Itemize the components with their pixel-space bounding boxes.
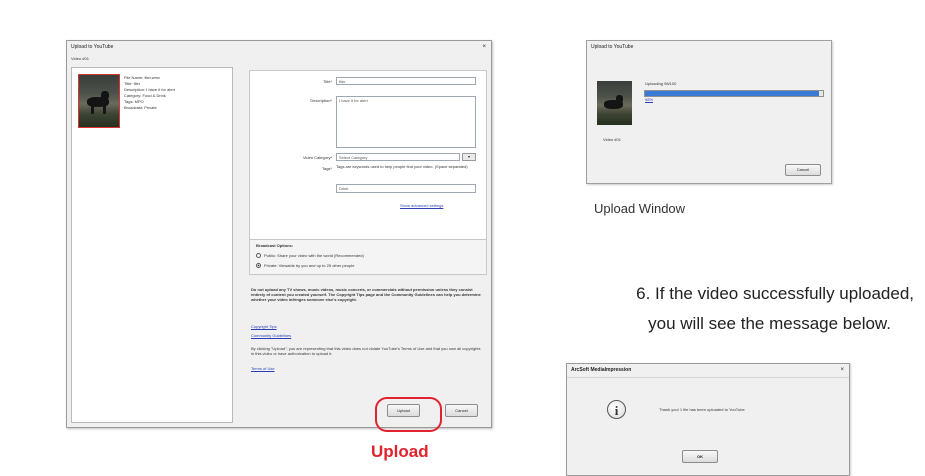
step-6-line-1: 6. If the video successfully uploaded,: [636, 284, 914, 303]
video-label: Video #01: [71, 56, 89, 61]
tags-hint: Tags are keywords used to help people fi…: [336, 164, 468, 169]
video-list-panel: File Name: filer.wmv Title: filer Descri…: [71, 67, 233, 423]
upload-window-cancel-button[interactable]: Cancel: [785, 164, 821, 176]
copyright-tips-link[interactable]: Copyright Tips: [251, 324, 277, 329]
public-radio[interactable]: [256, 253, 261, 258]
terms-of-use-link[interactable]: Terms of Use: [251, 366, 275, 371]
title-label: Title*: [323, 79, 332, 84]
upload-progress-window: Upload to YouTube Uploading 98/100 98% V…: [586, 40, 832, 184]
category-label: Video Category*: [302, 155, 332, 160]
dialog-titlebar: Upload to YouTube ×: [67, 41, 491, 53]
video-info-list: File Name: filer.wmv Title: filer Descri…: [124, 75, 228, 111]
upload-video-label: Video #01: [603, 137, 621, 142]
description-input[interactable]: I have it for alert: [336, 96, 476, 148]
copyright-notice: Do not upload any TV shows, music videos…: [251, 287, 481, 302]
upload-progress-fill: [645, 91, 820, 96]
close-icon[interactable]: ×: [482, 41, 486, 53]
title-input[interactable]: filer: [336, 77, 476, 85]
close-icon[interactable]: ×: [840, 364, 844, 377]
upload-window-caption: Upload Window: [594, 201, 686, 216]
advanced-settings-link[interactable]: Show advanced settings: [400, 203, 443, 208]
upload-button-highlight: [375, 397, 442, 432]
info-broadcast: Broadcast: Private: [124, 105, 157, 110]
private-option-label[interactable]: Private: Viewable by you and up to 25 ot…: [264, 263, 354, 268]
public-option-label[interactable]: Public: Share your video with the world …: [264, 253, 364, 258]
upload-percent-text: 98%: [645, 97, 654, 102]
ok-button[interactable]: OK: [682, 450, 718, 463]
success-dialog-titlebar: ArcSoft MediaImpression ×: [567, 364, 849, 378]
upload-caption: Upload: [371, 442, 429, 461]
category-select[interactable]: Select Category: [336, 153, 460, 161]
broadcast-options-group: Broadcast Options: Public: Share your vi…: [249, 239, 487, 275]
dialog-title: Upload to YouTube: [71, 44, 114, 50]
success-dialog-title: ArcSoft MediaImpression: [571, 367, 632, 373]
cancel-button[interactable]: Cancel: [445, 404, 478, 417]
upload-window-titlebar: Upload to YouTube: [587, 41, 831, 53]
broadcast-heading: Broadcast Options:: [256, 243, 294, 248]
upload-status-text: Uploading 98/100: [645, 81, 677, 86]
description-label: Description*: [310, 98, 332, 103]
tags-label: Tags*: [321, 166, 332, 171]
terms-agreement-text: By clicking "Upload", you are representi…: [251, 346, 481, 356]
success-message: Thank you! 1 file has been uploaded to Y…: [659, 407, 745, 412]
uploading-video-thumbnail: [597, 81, 632, 125]
info-icon: i: [607, 400, 626, 419]
private-radio[interactable]: [256, 263, 261, 268]
upload-success-dialog: ArcSoft MediaImpression × i Thank you! 1…: [566, 363, 850, 476]
video-thumbnail[interactable]: [78, 74, 120, 128]
chevron-down-icon[interactable]: ▾: [462, 153, 476, 161]
step-6-line-2: you will see the message below.: [648, 314, 891, 333]
community-guidelines-link[interactable]: Community Guidelines: [251, 333, 291, 338]
upload-window-title: Upload to YouTube: [591, 44, 634, 50]
tags-input[interactable]: Drink: [336, 184, 476, 193]
video-details-form: Title* filer Description* I have it for …: [249, 70, 487, 248]
upload-progress-bar: [644, 90, 824, 97]
upload-to-youtube-dialog: Upload to YouTube × Video #01 File Name:…: [66, 40, 492, 428]
